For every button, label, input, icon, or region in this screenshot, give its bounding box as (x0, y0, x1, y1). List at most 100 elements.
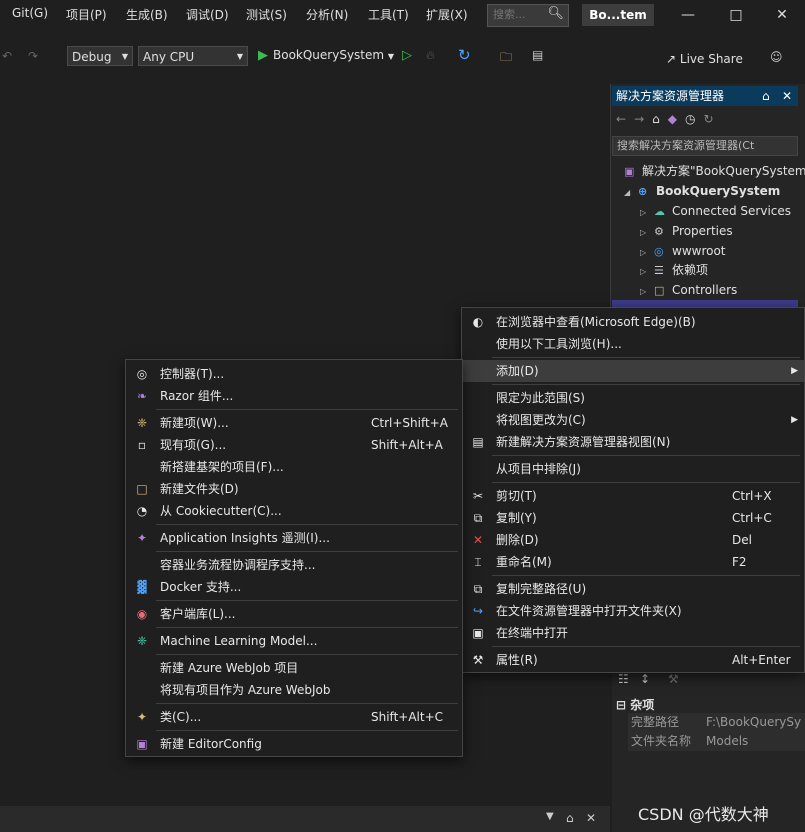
pin-icon[interactable]: ⌂ (566, 811, 574, 825)
wrench-icon[interactable]: ⚒ (668, 672, 679, 686)
forward-icon[interactable]: → (634, 112, 652, 126)
tree-item-wwwroot[interactable]: ▷ ◎ wwwroot (640, 241, 726, 261)
back-icon[interactable]: ← (616, 112, 634, 126)
collapse-icon[interactable]: ▷ (640, 223, 654, 243)
menu-open-in-explorer[interactable]: ↪ 在文件资源管理器中打开文件夹(X) (462, 600, 804, 622)
separator (156, 654, 458, 655)
menu-tools[interactable]: 工具(T) (368, 6, 409, 23)
tree-item-solution[interactable]: ▣ 解决方案"BookQuerySystem" (624, 161, 805, 181)
tree-item-label: BookQuerySystem (656, 184, 781, 198)
browser-icon: ◐ (472, 315, 484, 329)
tree-item-controllers[interactable]: ▷ □ Controllers (640, 280, 737, 300)
hot-reload-icon[interactable]: 🔥︎ (426, 48, 435, 63)
close-icon[interactable]: ✕ (782, 86, 792, 106)
submenu-razor-component[interactable]: ❧ Razor 组件... (126, 385, 462, 407)
platform-dropdown[interactable]: Any CPU ▼ (138, 46, 248, 66)
menu-browse-with[interactable]: 使用以下工具浏览(H)... (462, 333, 804, 355)
chevron-down-icon[interactable]: ▼ (546, 811, 554, 822)
folder-icon[interactable]: 🗀 (500, 48, 512, 69)
tree-item-connected-services[interactable]: ▷ ☁ Connected Services (640, 201, 791, 221)
config-dropdown[interactable]: Debug ▼ (67, 46, 133, 66)
menu-test[interactable]: 测试(S) (246, 6, 287, 23)
open-folder-icon: ↪ (472, 604, 484, 618)
search-input[interactable] (488, 5, 549, 24)
collapse-icon[interactable]: ⊟ (616, 698, 626, 712)
submenu-client-library[interactable]: ◉ 客户端库(L)... (126, 603, 462, 625)
search-box[interactable]: 🔍︎ (487, 4, 569, 27)
collapse-icon[interactable]: ▷ (640, 262, 654, 282)
start-debug-button[interactable]: ▶ BookQuerySystem ▼ (258, 48, 394, 63)
submenu-class[interactable]: ✦ 类(C)... Shift+Alt+C (126, 706, 462, 728)
run-without-debug-icon[interactable]: ▷ (402, 48, 412, 63)
collapse-icon[interactable]: ▷ (640, 203, 654, 223)
vs-icon[interactable]: ◆ (668, 112, 685, 126)
menu-extensions[interactable]: 扩展(X) (426, 6, 468, 23)
pin-icon[interactable]: ⌂ (762, 86, 770, 106)
connected-services-icon: ☁ (654, 205, 665, 218)
tree-item-project[interactable]: ◢ ⊕ BookQuerySystem (624, 181, 780, 201)
menu-open-in-terminal[interactable]: ▣ 在终端中打开 (462, 622, 804, 644)
menu-analyze[interactable]: 分析(N) (306, 6, 348, 23)
tree-item-dependencies[interactable]: ▷ ☰ 依赖项 (640, 260, 708, 280)
submenu-new-item[interactable]: ❈ 新建项(W)... Ctrl+Shift+A (126, 412, 462, 434)
rename-icon: ⌶ (474, 555, 482, 569)
chevron-down-icon: ▼ (236, 52, 243, 61)
submenu-new-scaffolded-item[interactable]: 新搭建基架的项目(F)... (126, 456, 462, 478)
submenu-new-webjob[interactable]: 新建 Azure WebJob 项目 (126, 657, 462, 679)
maximize-icon[interactable]: □ (716, 4, 756, 26)
home-icon[interactable]: ⌂ (652, 112, 668, 126)
solution-explorer-toolbar[interactable]: ←→⌂◆◷↻ (616, 112, 722, 126)
submenu-docker[interactable]: ▓ Docker 支持... (126, 576, 462, 598)
sort-icon[interactable]: ↕ (640, 672, 650, 686)
minimize-icon[interactable]: — (668, 4, 708, 26)
close-icon[interactable]: ✕ (762, 4, 802, 26)
platform-value: Any CPU (143, 50, 195, 64)
undo-icon[interactable]: ↶ (2, 49, 12, 63)
history-icon[interactable]: ◷ (685, 112, 703, 126)
submenu-new-folder[interactable]: □ 新建文件夹(D) (126, 478, 462, 500)
sync-icon[interactable]: ↻ (703, 112, 721, 126)
close-icon[interactable]: ✕ (586, 811, 596, 825)
submenu-app-insights[interactable]: ✦ Application Insights 遥测(I)... (126, 527, 462, 549)
chevron-right-icon: ▶ (791, 366, 798, 376)
menu-change-view[interactable]: 将视图更改为(C) ▶ (462, 409, 804, 431)
submenu-ml-model[interactable]: ❈ Machine Learning Model... (126, 630, 462, 652)
menu-new-explorer-view[interactable]: ▤ 新建解决方案资源管理器视图(N) (462, 431, 804, 453)
menu-copy-full-path[interactable]: ⧉ 复制完整路径(U) (462, 578, 804, 600)
solution-search-input[interactable]: 搜索解决方案资源管理器(Ct (612, 136, 798, 156)
menu-rename[interactable]: ⌶ 重命名(M) F2 (462, 551, 804, 573)
menu-properties[interactable]: ⚒ 属性(R) Alt+Enter (462, 649, 804, 671)
menu-cut[interactable]: ✂ 剪切(T) Ctrl+X (462, 485, 804, 507)
property-value: F:\BookQuerySy (703, 713, 805, 732)
menu-build[interactable]: 生成(B) (126, 6, 168, 23)
submenu-editorconfig[interactable]: ▣ 新建 EditorConfig (126, 733, 462, 755)
menu-view-in-browser[interactable]: ◐ 在浏览器中查看(Microsoft Edge)(B) (462, 311, 804, 333)
submenu-container-orchestrator[interactable]: 容器业务流程协调程序支持... (126, 554, 462, 576)
submenu-controller[interactable]: ◎ 控制器(T)... (126, 363, 462, 385)
submenu-existing-webjob[interactable]: 将现有项目作为 Azure WebJob (126, 679, 462, 701)
menu-debug[interactable]: 调试(D) (186, 6, 229, 23)
menu-delete[interactable]: ✕ 删除(D) Del (462, 529, 804, 551)
menu-exclude-from-project[interactable]: 从项目中排除(J) (462, 458, 804, 480)
submenu-existing-item[interactable]: ▫ 现有项(G)... Shift+Alt+A (126, 434, 462, 456)
menu-add[interactable]: 添加(D) ▶ (462, 360, 804, 382)
collapse-icon[interactable]: ▷ (640, 282, 654, 302)
tree-item-properties[interactable]: ▷ ⚙ Properties (640, 221, 733, 241)
refresh-icon[interactable]: ↻ (458, 46, 471, 64)
menu-project[interactable]: 项目(P) (66, 6, 107, 23)
class-icon: ✦ (136, 710, 148, 724)
menu-scope-to-this[interactable]: 限定为此范围(S) (462, 387, 804, 409)
insights-icon: ✦ (136, 531, 148, 545)
redo-icon[interactable]: ↷ (28, 49, 38, 63)
menu-copy[interactable]: ⧉ 复制(Y) Ctrl+C (462, 507, 804, 529)
window-layout-icon[interactable]: ▤ (532, 48, 543, 62)
submenu-cookiecutter[interactable]: ◔ 从 Cookiecutter(C)... (126, 500, 462, 522)
feedback-icon[interactable]: ☺ (770, 50, 783, 64)
live-share-icon: ↗ (666, 52, 677, 66)
live-share-button[interactable]: ↗ Live Share (666, 52, 743, 66)
ml-icon: ❈ (136, 634, 148, 648)
tree-item-label: 依赖项 (672, 263, 709, 277)
expand-icon[interactable]: ◢ (624, 183, 638, 203)
categorized-icon[interactable]: ☷ (618, 672, 629, 686)
menu-git[interactable]: Git(G) (12, 6, 48, 20)
